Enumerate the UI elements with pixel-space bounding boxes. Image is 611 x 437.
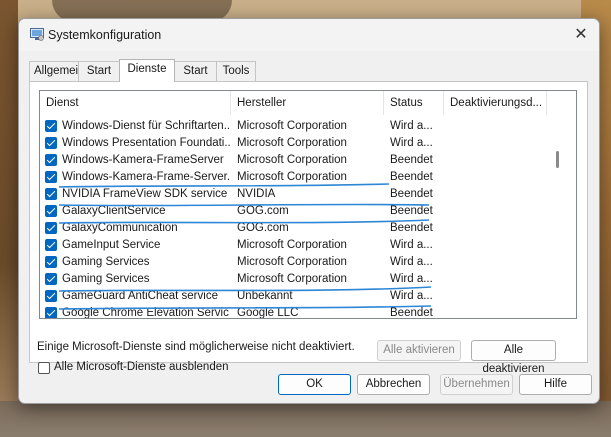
column-header-disable-date[interactable]: Deaktivierungsd...	[444, 91, 547, 115]
hide-ms-services-checkbox[interactable]	[38, 362, 50, 374]
service-status: Beendet	[390, 205, 433, 217]
ms-services-note: Einige Microsoft-Dienste sind möglicherw…	[37, 341, 355, 353]
services-panel: Dienst Hersteller Status Deaktivierungsd…	[29, 81, 588, 375]
service-row[interactable]: NVIDIA FrameView SDK service NVIDIA Beende…	[40, 186, 560, 203]
service-status: Beendet	[390, 188, 433, 200]
service-name: Gaming Services	[62, 256, 150, 268]
disable-all-button[interactable]: Alle deaktivieren	[471, 340, 556, 375]
column-header-status[interactable]: Status	[384, 91, 444, 115]
help-button[interactable]: Hilfe	[519, 374, 592, 395]
service-checkbox[interactable]	[45, 154, 57, 166]
service-name: GalaxyCommunication	[62, 222, 178, 234]
column-header-vendor[interactable]: Hersteller	[231, 91, 384, 115]
service-status: Wird a...	[390, 120, 433, 132]
service-vendor: NVIDIA	[237, 188, 276, 200]
service-row[interactable]: Gaming Services Microsoft Corporation Wird…	[40, 254, 560, 271]
service-checkbox[interactable]	[45, 307, 57, 318]
wallpaper-left	[0, 0, 18, 437]
service-vendor: Microsoft Corporation	[237, 137, 347, 149]
close-button[interactable]: ✕	[570, 25, 592, 45]
service-row[interactable]: Gaming Services Microsoft Corporation Wird…	[40, 271, 560, 288]
window-title: Systemkonfiguration	[48, 28, 162, 42]
tab-tools[interactable]: Tools	[216, 61, 256, 81]
hide-ms-services-label: Alle Microsoft-Dienste ausblenden	[54, 361, 229, 373]
column-header-service[interactable]: Dienst	[40, 91, 231, 115]
apply-button[interactable]: Übernehmen	[440, 374, 513, 395]
service-row[interactable]: GameInput Service Microsoft Corporation Wi…	[40, 237, 560, 254]
service-checkbox[interactable]	[45, 290, 57, 302]
service-vendor: Microsoft Corporation	[237, 256, 347, 268]
service-name: Windows-Dienst für Schriftarten...	[62, 120, 230, 132]
service-row[interactable]: Windows-Kamera-Frame-Server... Microsoft …	[40, 169, 560, 186]
cancel-button[interactable]: Abbrechen	[357, 374, 430, 395]
service-vendor: GOG.com	[237, 222, 289, 234]
service-vendor: Microsoft Corporation	[237, 171, 347, 183]
scrollbar-thumb[interactable]	[556, 151, 559, 168]
service-checkbox[interactable]	[45, 137, 57, 149]
service-status: Wird a...	[390, 239, 433, 251]
service-name: NVIDIA FrameView SDK service	[62, 188, 228, 200]
service-checkbox[interactable]	[45, 120, 57, 132]
service-vendor: Unbekannt	[237, 290, 293, 302]
service-vendor: Microsoft Corporation	[237, 273, 347, 285]
service-name: Gaming Services	[62, 273, 150, 285]
tab-start[interactable]: Start	[174, 61, 217, 81]
wallpaper-bottom	[0, 401, 611, 437]
tab-allgemein[interactable]: Allgemein	[29, 61, 85, 81]
service-row[interactable]: GalaxyCommunication GOG.com Beendet	[40, 220, 560, 237]
service-row[interactable]: Windows Presentation Foundati... Microsof…	[40, 135, 560, 152]
service-vendor: Microsoft Corporation	[237, 154, 347, 166]
service-name: Windows-Kamera-FrameServer	[62, 154, 224, 166]
service-checkbox[interactable]	[45, 205, 57, 217]
service-status: Beendet	[390, 307, 433, 319]
service-row[interactable]: Windows-Kamera-FrameServer Microsoft Corp…	[40, 152, 560, 169]
service-status: Beendet	[390, 154, 433, 166]
service-checkbox[interactable]	[45, 171, 57, 183]
service-row[interactable]: GalaxyClientService GOG.com Beendet	[40, 203, 560, 220]
ok-button[interactable]: OK	[278, 374, 351, 395]
service-name: Windows-Kamera-Frame-Server...	[62, 171, 230, 183]
system-configuration-window: Systemkonfiguration ✕ Allgemein Start Di…	[18, 18, 600, 404]
titlebar[interactable]: Systemkonfiguration ✕	[19, 19, 599, 51]
service-row[interactable]: Google Chrome Elevation Servic... Google …	[40, 305, 560, 319]
service-checkbox[interactable]	[45, 222, 57, 234]
service-name: Google Chrome Elevation Servic...	[62, 307, 230, 319]
system-configuration-icon	[30, 28, 44, 41]
service-vendor: Google LLC	[237, 307, 299, 319]
service-status: Wird a...	[390, 290, 433, 302]
tab-dienste[interactable]: Dienste	[119, 59, 175, 82]
service-checkbox[interactable]	[45, 239, 57, 251]
service-checkbox[interactable]	[45, 256, 57, 268]
service-row[interactable]: GameGuard AntiCheat service Unbekannt Wird…	[40, 288, 560, 305]
service-vendor: Microsoft Corporation	[237, 120, 347, 132]
service-name: GalaxyClientService	[62, 205, 166, 217]
service-name: Windows Presentation Foundati...	[62, 137, 230, 149]
service-name: GameGuard AntiCheat service	[62, 290, 218, 302]
services-list[interactable]: Dienst Hersteller Status Deaktivierungsd…	[39, 90, 577, 319]
service-vendor: Microsoft Corporation	[237, 239, 347, 251]
enable-all-button[interactable]: Alle aktivieren	[377, 340, 461, 361]
service-status: Beendet	[390, 222, 433, 234]
service-status: Wird a...	[390, 137, 433, 149]
list-header: Dienst Hersteller Status Deaktivierungsd…	[40, 91, 576, 115]
service-name: GameInput Service	[62, 239, 161, 251]
service-checkbox[interactable]	[45, 273, 57, 285]
service-status: Wird a...	[390, 273, 433, 285]
service-vendor: GOG.com	[237, 205, 289, 217]
service-status: Wird a...	[390, 256, 433, 268]
service-status: Beendet	[390, 171, 433, 183]
service-checkbox[interactable]	[45, 188, 57, 200]
service-row[interactable]: Windows-Dienst für Schriftarten... Micros…	[40, 118, 560, 135]
tab-start-classic[interactable]: Start	[78, 61, 120, 81]
